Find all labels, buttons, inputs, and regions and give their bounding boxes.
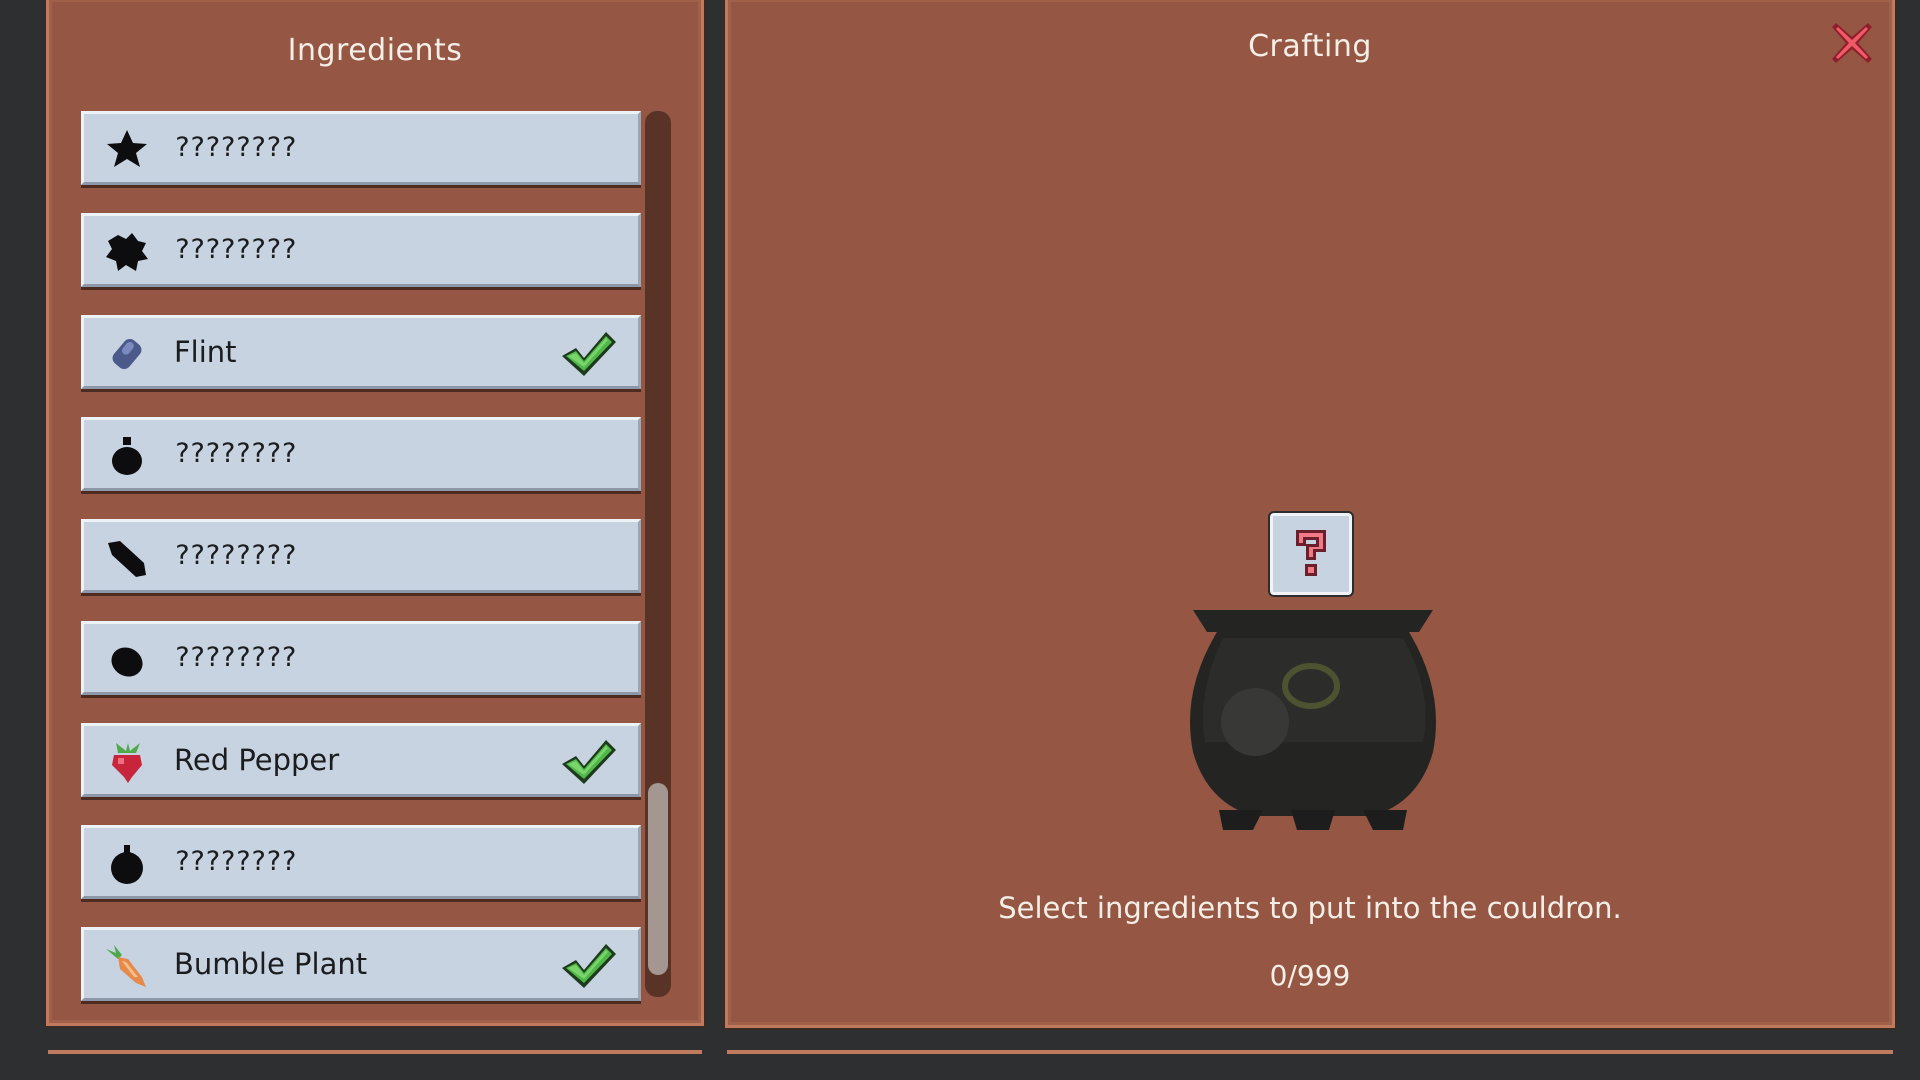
list-item-flint[interactable]: Flint — [81, 315, 641, 389]
checkmark-icon — [558, 940, 618, 992]
ingredient-label: ???????? — [174, 132, 297, 163]
list-item-ingredient-6[interactable]: ???????? — [81, 621, 641, 695]
blob-silhouette-icon — [104, 229, 150, 275]
round-silhouette-icon — [104, 841, 150, 887]
leaf-silhouette-icon — [104, 535, 150, 581]
ingredient-label: Red Pepper — [174, 743, 340, 777]
result-slot — [1270, 513, 1352, 595]
crafting-instruction: Select ingredients to put into the could… — [998, 891, 1622, 925]
ingredient-label: ???????? — [174, 642, 297, 673]
ingredients-list[interactable]: ???????? ???????? Flint ???????? ???????… — [81, 111, 693, 1001]
ingredient-label: ???????? — [174, 438, 297, 469]
list-item-ingredient-5[interactable]: ???????? — [81, 519, 641, 593]
bumble-plant-icon — [104, 943, 150, 989]
ingredient-label: Bumble Plant — [174, 947, 368, 981]
ingredient-label: ???????? — [174, 234, 297, 265]
ingredient-label: ???????? — [174, 846, 297, 877]
ingredient-label: Flint — [174, 335, 237, 369]
checkmark-icon — [558, 736, 618, 788]
crafting-bottom-edge — [727, 1050, 1893, 1054]
cauldron[interactable] — [1183, 602, 1443, 842]
crafting-title: Crafting — [1248, 29, 1372, 64]
flint-stone-icon — [104, 331, 150, 377]
star-silhouette-icon — [104, 127, 150, 173]
list-item-ingredient-2[interactable]: ???????? — [81, 213, 641, 287]
list-item-red-pepper[interactable]: Red Pepper — [81, 723, 641, 797]
ingredient-label: ???????? — [174, 540, 297, 571]
checkmark-icon — [558, 328, 618, 380]
question-mark-icon — [1296, 530, 1326, 576]
ingredients-panel: Ingredients ???????? ???????? Flint ????… — [46, 0, 704, 1026]
pouch-silhouette-icon — [104, 433, 150, 479]
ingredients-title: Ingredients — [287, 33, 463, 68]
ingredient-count: 0/999 — [1269, 959, 1351, 992]
ingredients-scrollbar[interactable] — [645, 111, 671, 997]
red-pepper-icon — [104, 739, 150, 785]
crafting-panel: Crafting Select ingredients to put into … — [725, 0, 1895, 1028]
ingredients-bottom-edge — [48, 1050, 702, 1054]
list-item-ingredient-8[interactable]: ???????? — [81, 825, 641, 899]
close-icon — [1832, 23, 1872, 63]
list-item-ingredient-1[interactable]: ???????? — [81, 111, 641, 185]
scrollbar-thumb[interactable] — [648, 783, 668, 975]
list-item-ingredient-4[interactable]: ???????? — [81, 417, 641, 491]
close-button[interactable] — [1830, 21, 1874, 65]
list-item-bumble-plant[interactable]: Bumble Plant — [81, 927, 641, 1001]
seed-silhouette-icon — [104, 637, 150, 683]
